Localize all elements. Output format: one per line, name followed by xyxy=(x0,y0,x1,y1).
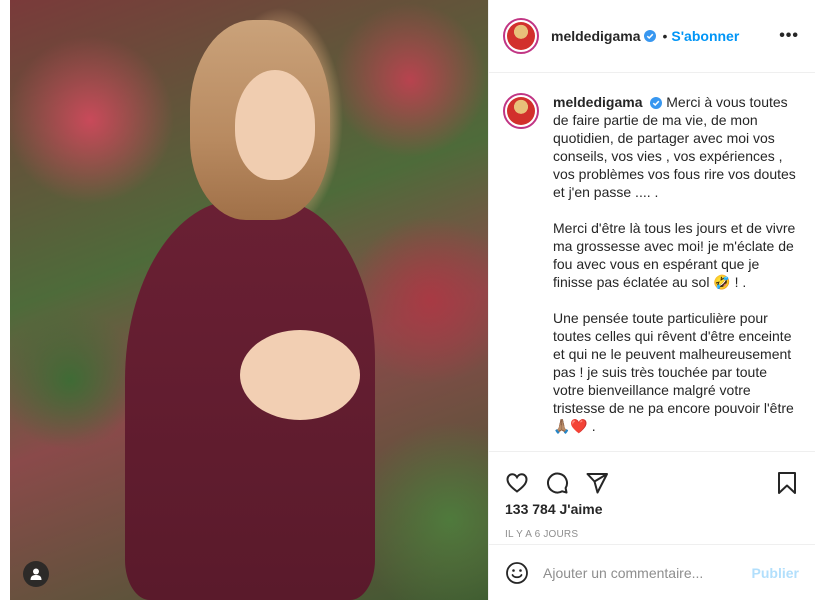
more-options-icon[interactable]: ••• xyxy=(779,27,799,45)
comment-bar: Publier xyxy=(489,544,815,600)
avatar[interactable] xyxy=(503,18,539,54)
caption-username[interactable]: meldedigama xyxy=(553,94,642,110)
post-timestamp[interactable]: IL Y A 6 JOURS xyxy=(489,525,815,545)
smiley-icon[interactable] xyxy=(505,561,529,585)
post-side-panel: meldedigama • S'abonner ••• meldedigama … xyxy=(488,0,815,600)
verified-badge-icon xyxy=(650,97,663,110)
post-header: meldedigama • S'abonner ••• xyxy=(489,0,815,73)
image-figure-belly xyxy=(240,330,360,420)
username-link[interactable]: meldedigama xyxy=(551,28,640,44)
send-icon[interactable] xyxy=(585,471,609,495)
like-count[interactable]: 133 784 J'aime xyxy=(489,499,815,519)
separator-dot: • xyxy=(662,28,668,44)
publish-button[interactable]: Publier xyxy=(752,565,799,581)
image-figure-face xyxy=(235,70,315,180)
comment-icon[interactable] xyxy=(545,471,569,495)
bookmark-icon[interactable] xyxy=(775,471,799,495)
user-tag-icon[interactable] xyxy=(23,561,49,587)
post-image[interactable] xyxy=(10,0,488,600)
caption-paragraph-2: Merci d'être là tous les jours et de viv… xyxy=(553,220,800,290)
caption-text: meldedigama Merci à vous toutes de faire… xyxy=(553,93,799,451)
heart-icon[interactable] xyxy=(505,471,529,495)
caption-avatar[interactable] xyxy=(503,93,539,129)
follow-button[interactable]: S'abonner xyxy=(671,28,739,44)
caption-section: meldedigama Merci à vous toutes de faire… xyxy=(489,73,815,451)
verified-badge-icon xyxy=(644,30,657,42)
caption-paragraph-3: Une pensée toute particulière pour toute… xyxy=(553,310,798,434)
comment-input[interactable] xyxy=(543,564,744,581)
